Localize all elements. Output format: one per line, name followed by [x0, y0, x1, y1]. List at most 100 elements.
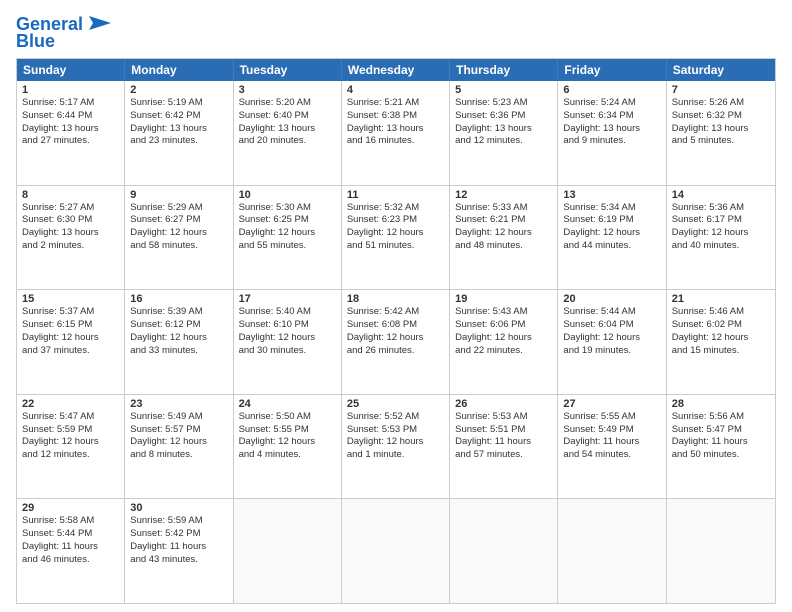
day-info-line: Sunrise: 5:49 AM	[130, 411, 227, 424]
day-info: Sunrise: 5:34 AMSunset: 6:19 PMDaylight:…	[563, 202, 660, 253]
day-info: Sunrise: 5:49 AMSunset: 5:57 PMDaylight:…	[130, 411, 227, 462]
day-info-line: and 48 minutes.	[455, 240, 552, 253]
day-info-line: Sunrise: 5:21 AM	[347, 97, 444, 110]
day-info-line: and 44 minutes.	[563, 240, 660, 253]
day-number: 15	[22, 293, 119, 305]
day-info-line: Sunset: 5:55 PM	[239, 424, 336, 437]
day-number: 24	[239, 398, 336, 410]
day-number: 10	[239, 189, 336, 201]
day-number: 27	[563, 398, 660, 410]
calendar-row-0: 1Sunrise: 5:17 AMSunset: 6:44 PM Daylight…	[17, 81, 775, 186]
day-info-line: Sunrise: 5:27 AM	[22, 202, 119, 215]
calendar-cell-day-15: 15Sunrise: 5:37 AMSunset: 6:15 PMDayligh…	[17, 290, 125, 394]
day-info-line: Daylight: 13 hours	[672, 123, 770, 136]
calendar-cell-day-6: 6Sunrise: 5:24 AMSunset: 6:34 PMDaylight…	[558, 81, 666, 185]
calendar-cell-day-14: 14Sunrise: 5:36 AMSunset: 6:17 PMDayligh…	[667, 186, 775, 290]
day-info-line: and 5 minutes.	[672, 135, 770, 148]
day-info-line: Sunrise: 5:53 AM	[455, 411, 552, 424]
day-info-line: and 12 minutes.	[455, 135, 552, 148]
day-info-line: Sunset: 6:10 PM	[239, 319, 336, 332]
calendar-cell-day-9: 9Sunrise: 5:29 AMSunset: 6:27 PMDaylight…	[125, 186, 233, 290]
day-info-line: Daylight: 12 hours	[455, 227, 552, 240]
calendar-cell-day-27: 27Sunrise: 5:55 AMSunset: 5:49 PMDayligh…	[558, 395, 666, 499]
calendar-cell-empty-4-6	[667, 499, 775, 603]
calendar-cell-day-23: 23Sunrise: 5:49 AMSunset: 5:57 PMDayligh…	[125, 395, 233, 499]
calendar-cell-day-10: 10Sunrise: 5:30 AMSunset: 6:25 PMDayligh…	[234, 186, 342, 290]
calendar-cell-day-28: 28Sunrise: 5:56 AMSunset: 5:47 PMDayligh…	[667, 395, 775, 499]
header-day-wednesday: Wednesday	[342, 59, 450, 81]
day-info-line: Sunset: 6:34 PM	[563, 110, 660, 123]
day-info-line: Sunrise: 5:17 AM	[22, 97, 119, 110]
day-number: 25	[347, 398, 444, 410]
day-info: Sunrise: 5:40 AMSunset: 6:10 PMDaylight:…	[239, 306, 336, 357]
day-number: 23	[130, 398, 227, 410]
day-info-line: Sunset: 6:30 PM	[22, 214, 119, 227]
day-number: 5	[455, 84, 552, 96]
day-info: Sunrise: 5:47 AMSunset: 5:59 PMDaylight:…	[22, 411, 119, 462]
day-info: Sunrise: 5:52 AMSunset: 5:53 PMDaylight:…	[347, 411, 444, 462]
day-number: 30	[130, 502, 227, 514]
day-info-line: Daylight: 12 hours	[130, 332, 227, 345]
day-info-line: Daylight: 12 hours	[22, 332, 119, 345]
day-number: 22	[22, 398, 119, 410]
day-info-line: Daylight: 12 hours	[22, 436, 119, 449]
day-info-line: Sunset: 5:59 PM	[22, 424, 119, 437]
day-info-line: and 16 minutes.	[347, 135, 444, 148]
day-info-line: Sunrise: 5:32 AM	[347, 202, 444, 215]
day-info-line: Sunrise: 5:37 AM	[22, 306, 119, 319]
day-info-line: Daylight: 13 hours	[130, 123, 227, 136]
day-info-line: Sunrise: 5:58 AM	[22, 515, 119, 528]
header-day-sunday: Sunday	[17, 59, 125, 81]
calendar-cell-day-30: 30Sunrise: 5:59 AMSunset: 5:42 PMDayligh…	[125, 499, 233, 603]
day-info: Sunrise: 5:56 AMSunset: 5:47 PMDaylight:…	[672, 411, 770, 462]
day-info-line: Sunset: 6:42 PM	[130, 110, 227, 123]
day-number: 1	[22, 84, 119, 96]
day-info-line: Sunset: 6:27 PM	[130, 214, 227, 227]
day-info-line: Daylight: 12 hours	[239, 332, 336, 345]
day-info-line: Daylight: 13 hours	[455, 123, 552, 136]
day-info-line: Sunrise: 5:19 AM	[130, 97, 227, 110]
day-info-line: and 12 minutes.	[22, 449, 119, 462]
day-info-line: and 15 minutes.	[672, 345, 770, 358]
day-info-line: Sunset: 6:17 PM	[672, 214, 770, 227]
day-info-line: Daylight: 12 hours	[672, 332, 770, 345]
day-info-line: Sunset: 6:04 PM	[563, 319, 660, 332]
day-info: Sunrise: 5:21 AMSunset: 6:38 PMDaylight:…	[347, 97, 444, 148]
logo-arrow-icon	[85, 12, 111, 34]
day-info: Sunrise: 5:46 AMSunset: 6:02 PMDaylight:…	[672, 306, 770, 357]
calendar-row-4: 29Sunrise: 5:58 AMSunset: 5:44 PMDayligh…	[17, 499, 775, 603]
day-info-line: Sunset: 5:49 PM	[563, 424, 660, 437]
header-day-friday: Friday	[558, 59, 666, 81]
day-info-line: Sunset: 6:44 PM	[22, 110, 119, 123]
day-info-line: and 4 minutes.	[239, 449, 336, 462]
day-info-line: and 20 minutes.	[239, 135, 336, 148]
day-number: 4	[347, 84, 444, 96]
day-info-line: Sunrise: 5:23 AM	[455, 97, 552, 110]
day-info-line: and 1 minute.	[347, 449, 444, 462]
day-info-line: Sunrise: 5:59 AM	[130, 515, 227, 528]
page: General Blue SundayMondayTuesdayWednesda…	[0, 0, 792, 612]
day-info-line: Sunset: 5:57 PM	[130, 424, 227, 437]
day-info: Sunrise: 5:20 AMSunset: 6:40 PMDaylight:…	[239, 97, 336, 148]
day-info-line: and 23 minutes.	[130, 135, 227, 148]
day-number: 9	[130, 189, 227, 201]
day-info-line: Daylight: 12 hours	[455, 332, 552, 345]
day-info-line: Daylight: 13 hours	[563, 123, 660, 136]
day-number: 19	[455, 293, 552, 305]
day-info-line: and 26 minutes.	[347, 345, 444, 358]
day-info-line: Daylight: 12 hours	[239, 227, 336, 240]
calendar-cell-day-22: 22Sunrise: 5:47 AMSunset: 5:59 PMDayligh…	[17, 395, 125, 499]
day-info-line: Sunrise: 5:46 AM	[672, 306, 770, 319]
day-info: Sunrise: 5:33 AMSunset: 6:21 PMDaylight:…	[455, 202, 552, 253]
calendar-cell-day-24: 24Sunrise: 5:50 AMSunset: 5:55 PMDayligh…	[234, 395, 342, 499]
calendar-cell-empty-4-2	[234, 499, 342, 603]
day-info-line: Sunset: 6:08 PM	[347, 319, 444, 332]
header-day-saturday: Saturday	[667, 59, 775, 81]
calendar-cell-day-26: 26Sunrise: 5:53 AMSunset: 5:51 PMDayligh…	[450, 395, 558, 499]
day-number: 29	[22, 502, 119, 514]
day-number: 26	[455, 398, 552, 410]
day-info-line: and 8 minutes.	[130, 449, 227, 462]
day-info: Sunrise: 5:27 AMSunset: 6:30 PMDaylight:…	[22, 202, 119, 253]
day-info: Sunrise: 5:24 AMSunset: 6:34 PMDaylight:…	[563, 97, 660, 148]
day-info-line: Daylight: 12 hours	[130, 227, 227, 240]
